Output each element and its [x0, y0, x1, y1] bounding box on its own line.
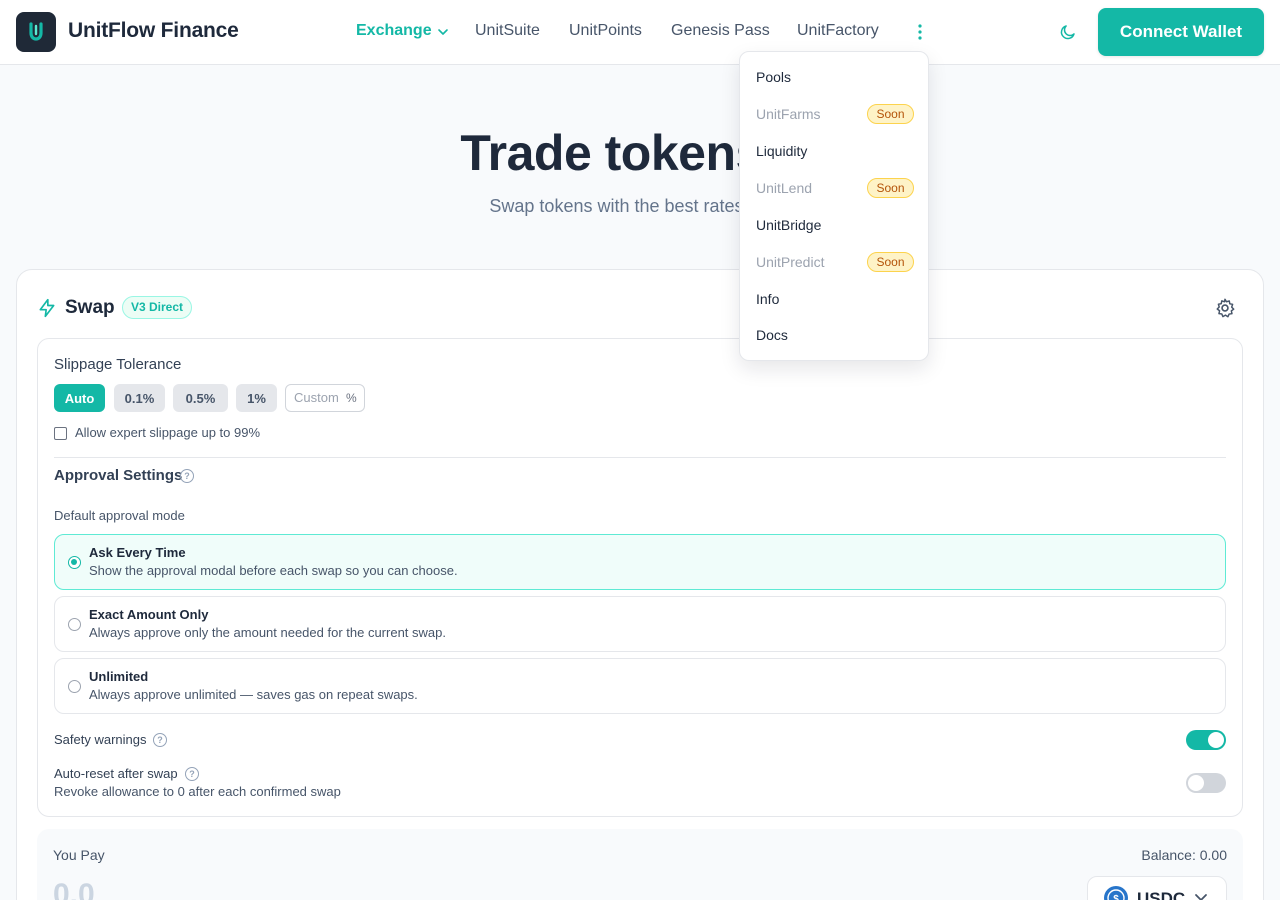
- more-menu-button[interactable]: [912, 22, 928, 42]
- hero-subtitle: Swap tokens with the best rates on Ar: [489, 196, 791, 216]
- option-title: Ask Every Time: [89, 545, 186, 560]
- menu-item-unitfarms: UnitFarms: [756, 106, 821, 122]
- radio-selected[interactable]: [68, 556, 81, 569]
- radio-unselected[interactable]: [68, 618, 81, 631]
- connect-wallet-button[interactable]: Connect Wallet: [1098, 8, 1264, 56]
- theme-toggle-button[interactable]: [1056, 20, 1080, 44]
- menu-item-unitlend: UnitLend: [756, 180, 813, 196]
- slippage-0.5-chip[interactable]: 0.5%: [173, 384, 228, 412]
- help-circle-icon[interactable]: ?: [153, 733, 167, 747]
- chevron-down-icon[interactable]: [437, 27, 449, 37]
- menu-item-pools[interactable]: Pools: [756, 69, 791, 85]
- menu-item-info[interactable]: Info: [756, 291, 779, 307]
- expert-slippage-label: Allow expert slippage up to 99%: [75, 425, 261, 440]
- custom-slippage-input[interactable]: [294, 390, 340, 405]
- more-dropdown-menu: Pools UnitFarms Soon Liquidity UnitLend …: [739, 51, 929, 361]
- brand-logo[interactable]: [16, 12, 56, 52]
- moon-icon: [1060, 25, 1075, 40]
- svg-text:$: $: [1113, 894, 1119, 900]
- settings-divider: [54, 457, 1226, 458]
- pay-amount-input[interactable]: [53, 878, 253, 900]
- unitflow-logo-icon: [29, 22, 43, 41]
- approval-option-unlimited[interactable]: Unlimited Always approve unlimited — sav…: [54, 658, 1226, 714]
- you-pay-label: You Pay: [53, 847, 105, 863]
- nav-unitfactory[interactable]: UnitFactory: [797, 22, 879, 40]
- hero-title: Trade tokens in: [460, 125, 820, 181]
- more-vertical-icon: [918, 24, 922, 40]
- help-circle-icon[interactable]: ?: [185, 767, 199, 781]
- option-description: Always approve unlimited — saves gas on …: [89, 687, 418, 702]
- slippage-0.1-chip[interactable]: 0.1%: [114, 384, 165, 412]
- percent-suffix: %: [346, 391, 357, 405]
- auto-reset-label: Auto-reset after swap: [54, 766, 178, 781]
- balance-label: Balance: 0.00: [1141, 847, 1227, 863]
- menu-item-docs[interactable]: Docs: [756, 327, 788, 343]
- soon-badge: Soon: [867, 178, 914, 198]
- slippage-tolerance-label: Slippage Tolerance: [54, 356, 182, 373]
- auto-reset-description: Revoke allowance to 0 after each confirm…: [54, 784, 341, 799]
- token-symbol: USDC: [1137, 889, 1186, 900]
- menu-item-unitpredict: UnitPredict: [756, 254, 825, 270]
- nav-unitpoints[interactable]: UnitPoints: [569, 22, 642, 40]
- lightning-bolt-icon: [39, 298, 55, 318]
- help-circle-icon[interactable]: ?: [180, 469, 194, 483]
- approval-option-ask-every-time[interactable]: Ask Every Time Show the approval modal b…: [54, 534, 1226, 590]
- brand-name[interactable]: UnitFlow Finance: [68, 19, 239, 43]
- swap-title: Swap: [65, 297, 115, 318]
- safety-warnings-toggle[interactable]: [1186, 730, 1226, 750]
- soon-badge: Soon: [867, 252, 914, 272]
- approval-option-exact-amount[interactable]: Exact Amount Only Always approve only th…: [54, 596, 1226, 652]
- chevron-down-icon: [1195, 894, 1207, 900]
- radio-unselected[interactable]: [68, 680, 81, 693]
- approval-settings-title: Approval Settings: [54, 467, 183, 484]
- slippage-auto-chip[interactable]: Auto: [54, 384, 105, 412]
- gear-icon[interactable]: [1214, 297, 1236, 319]
- top-header: UnitFlow Finance Exchange UnitSuite Unit…: [0, 0, 1280, 65]
- option-title: Exact Amount Only: [89, 607, 209, 622]
- custom-slippage-field[interactable]: %: [285, 384, 365, 412]
- soon-badge: Soon: [867, 104, 914, 124]
- auto-reset-toggle[interactable]: [1186, 773, 1226, 793]
- menu-item-liquidity[interactable]: Liquidity: [756, 143, 807, 159]
- nav-exchange[interactable]: Exchange: [356, 22, 432, 40]
- safety-warnings-label: Safety warnings: [54, 732, 147, 747]
- default-approval-mode-label: Default approval mode: [54, 508, 185, 523]
- option-title: Unlimited: [89, 669, 149, 684]
- menu-item-unitbridge[interactable]: UnitBridge: [756, 217, 821, 233]
- expert-slippage-checkbox[interactable]: [54, 427, 67, 440]
- nav-genesis-pass[interactable]: Genesis Pass: [671, 22, 770, 40]
- token-select-button[interactable]: $ USDC: [1087, 876, 1227, 900]
- option-description: Show the approval modal before each swap…: [89, 563, 458, 578]
- v3-direct-badge: V3 Direct: [122, 296, 193, 319]
- usdc-token-icon: $: [1104, 886, 1128, 900]
- nav-unitsuite[interactable]: UnitSuite: [475, 22, 540, 40]
- slippage-1-chip[interactable]: 1%: [236, 384, 277, 412]
- option-description: Always approve only the amount needed fo…: [89, 625, 446, 640]
